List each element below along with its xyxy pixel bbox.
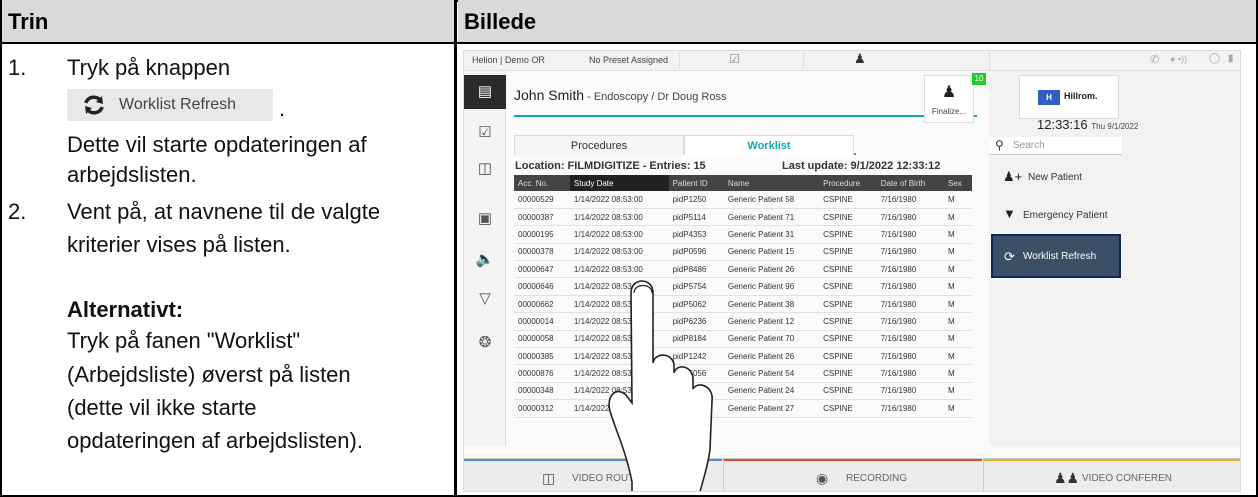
alternative-title: Alternativt:	[67, 297, 184, 322]
header-divider	[0, 42, 1258, 44]
header-image: Billede	[458, 0, 1256, 42]
step-1-line-1: Tryk på knappen	[67, 55, 231, 80]
step-1-line-2: Dette vil starte opdateringen af	[67, 132, 367, 157]
step-2-number: 2.	[8, 199, 27, 224]
column-divider	[454, 0, 457, 497]
pointing-hand-illustration	[608, 280, 713, 491]
inline-button-label: Worklist Refresh	[119, 96, 237, 113]
step-1-number: 1.	[8, 55, 27, 80]
alternative-line-1: Tryk på fanen "Worklist"	[67, 328, 301, 353]
step-2-line-2: kriterier vises på listen.	[67, 232, 291, 257]
header-step: Trin	[2, 0, 454, 42]
ui-screenshot: Helion | Demo OR No Preset Assigned ☑ ♟ …	[463, 50, 1241, 492]
alternative-line-3: (dette vil ikke starte	[67, 395, 257, 420]
alternative-line-2: (Arbejdsliste) øverst på listen	[67, 362, 351, 387]
alternative-line-4: opdateringen af arbejdslisten).	[67, 428, 363, 453]
worklist-refresh-inline-button: Worklist Refresh	[67, 89, 273, 121]
step-1-period: .	[279, 96, 286, 121]
step-2-line-1: Vent på, at navnene til de valgte	[67, 199, 381, 224]
refresh-icon	[84, 95, 104, 115]
step-1-line-3: arbejdslisten.	[67, 162, 197, 187]
